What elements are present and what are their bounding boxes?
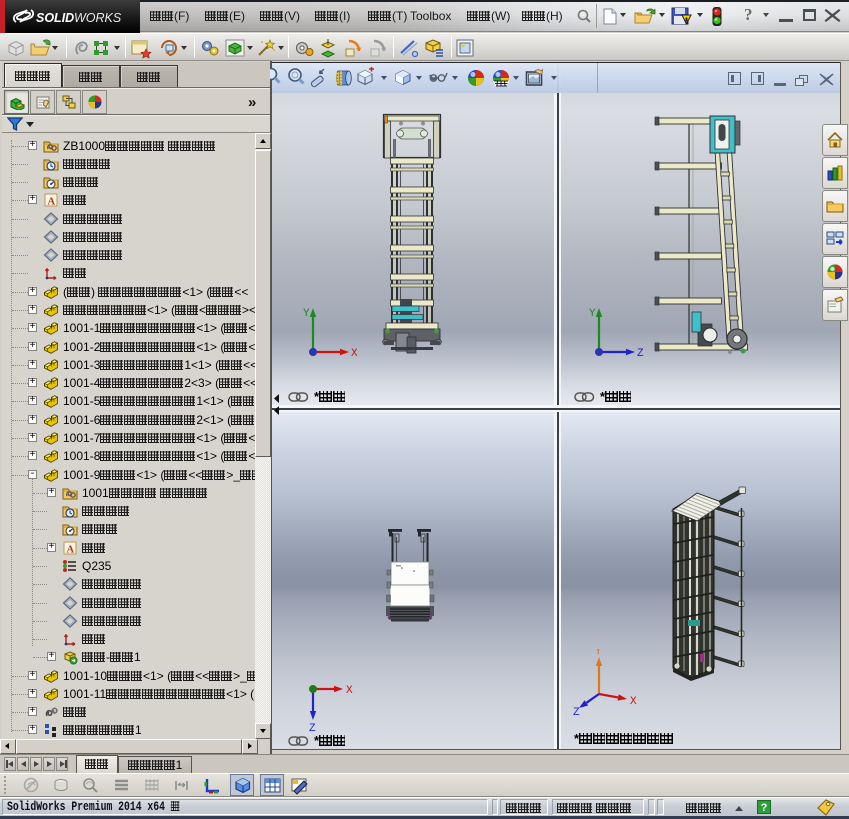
svg-text:SOLID: SOLID <box>36 11 74 25</box>
svg-text:A: A <box>67 545 75 556</box>
svg-text:WORKS: WORKS <box>74 11 122 25</box>
svg-text:Y: Y <box>595 649 602 658</box>
svg-text:Y: Y <box>303 308 310 320</box>
svg-text:X: X <box>630 696 637 708</box>
svg-text:X: X <box>346 685 353 697</box>
svg-text:Y: Y <box>589 308 596 320</box>
svg-text:Z: Z <box>637 348 644 360</box>
svg-text:Z: Z <box>309 723 316 734</box>
svg-text:A: A <box>48 197 56 208</box>
svg-text:X: X <box>351 348 358 360</box>
svg-text:Z: Z <box>573 707 580 719</box>
